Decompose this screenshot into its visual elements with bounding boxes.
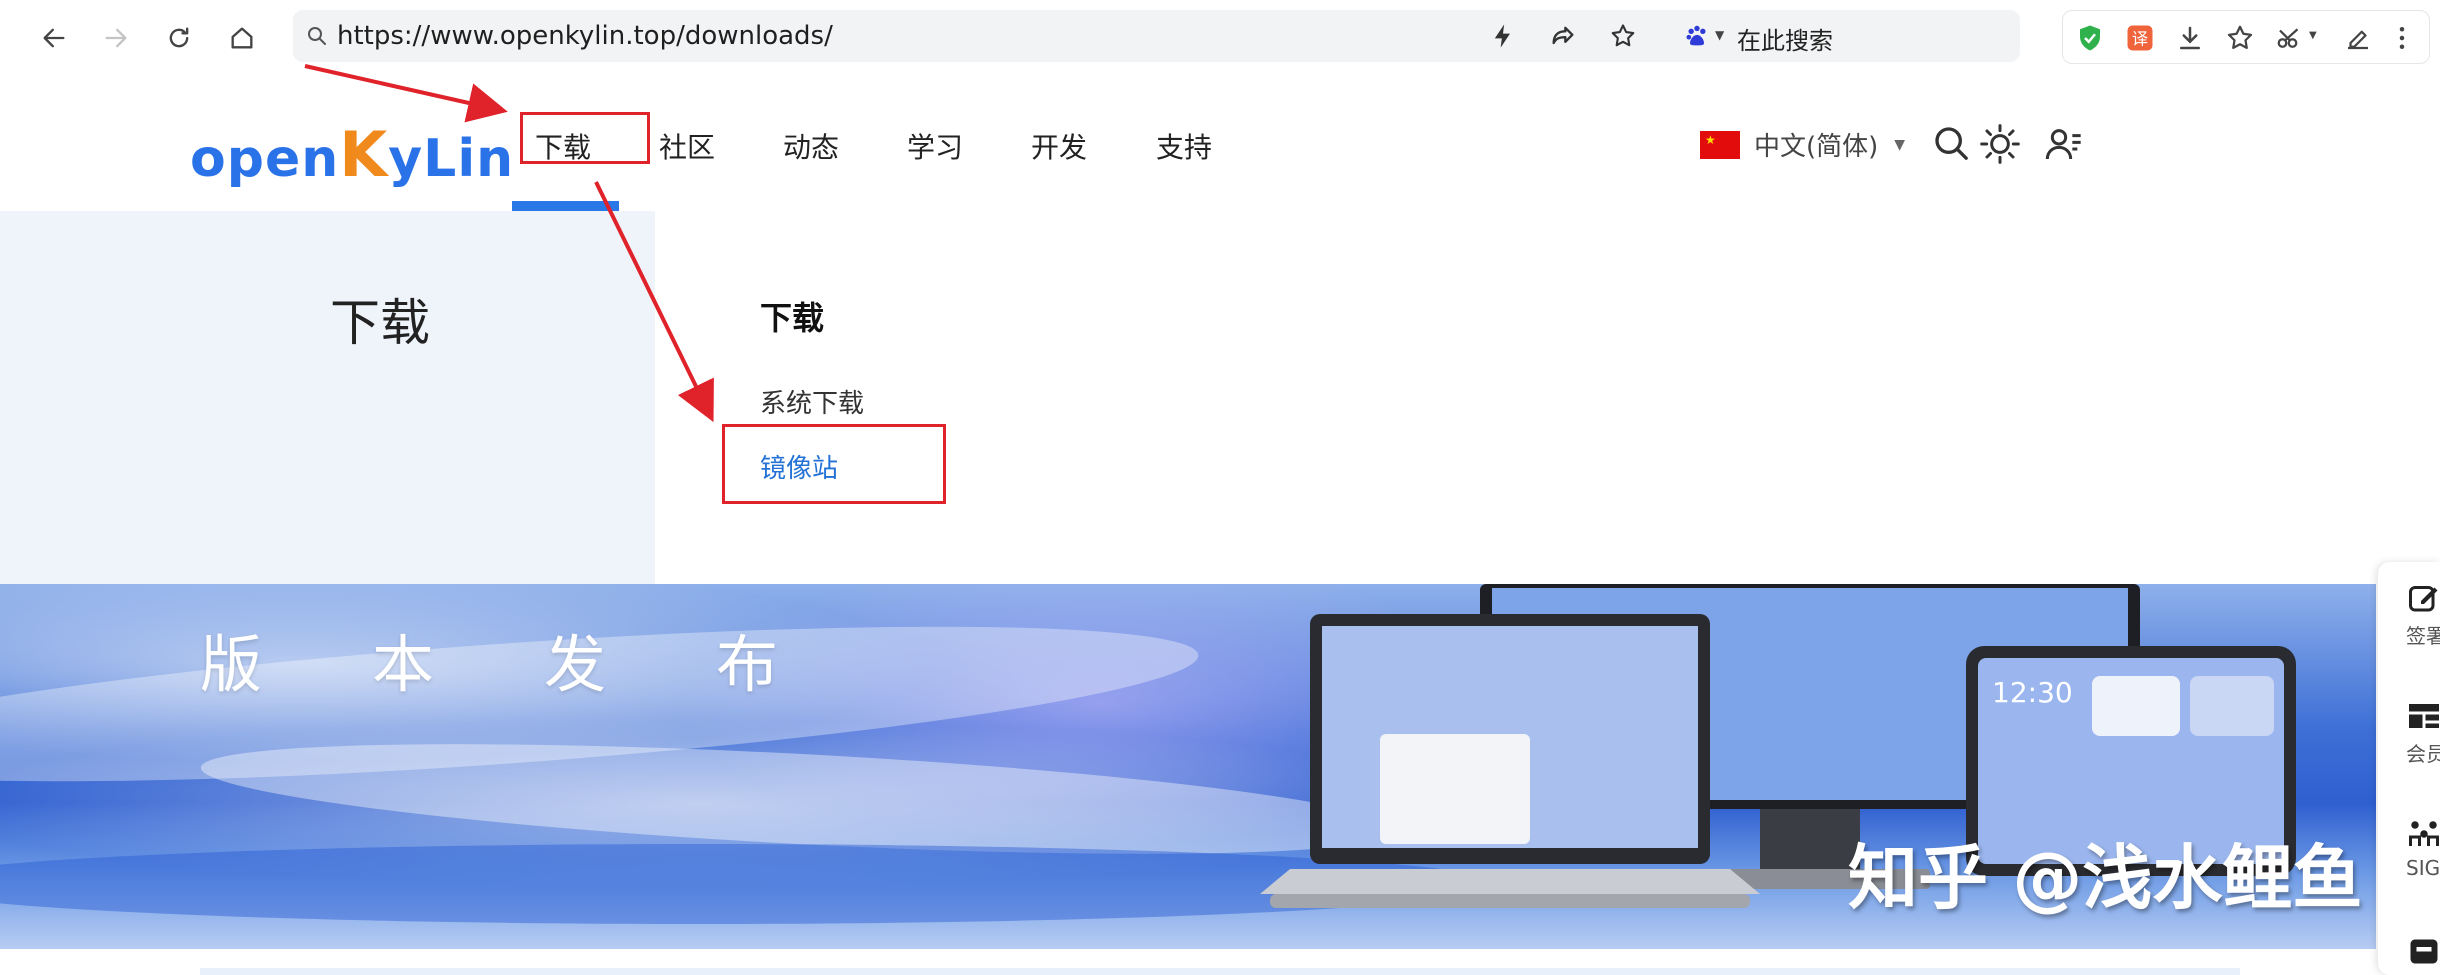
nav-active-indicator xyxy=(512,201,619,211)
reload-button[interactable] xyxy=(157,16,201,60)
dropdown-section-panel: 下载 xyxy=(0,211,655,584)
calendar-icon xyxy=(2410,939,2438,964)
browser-toolbar: https://www.openkylin.top/downloads/ ▼ 在… xyxy=(0,0,2440,76)
share-icon[interactable] xyxy=(1549,22,1577,50)
url-text[interactable]: https://www.openkylin.top/downloads/ xyxy=(337,21,833,51)
home-button[interactable] xyxy=(220,16,264,60)
search-engine-label[interactable]: 在此搜索 xyxy=(1737,21,1833,56)
openkylin-logo[interactable]: openKyLin xyxy=(190,118,514,191)
nav-support[interactable]: 支持 xyxy=(1156,126,1212,166)
chevron-down-icon: ▼ xyxy=(1894,136,1906,153)
release-banner[interactable]: 版本发布 12:30 知乎 @浅水鲤鱼 xyxy=(0,584,2376,949)
annotation-box-mirror-site xyxy=(722,424,946,504)
back-button[interactable] xyxy=(32,16,76,60)
dropdown-links-panel xyxy=(655,211,2440,584)
theme-sun-icon[interactable] xyxy=(1980,124,2020,164)
shield-check-icon[interactable] xyxy=(2075,23,2105,53)
baidu-paw-icon[interactable] xyxy=(1683,22,1711,50)
sidebar-item-calendar[interactable] xyxy=(2406,932,2440,972)
language-label: 中文(简体) xyxy=(1754,132,1879,162)
sig-icon xyxy=(2409,821,2439,846)
extensions-area: 译 ▼ xyxy=(2062,10,2430,64)
user-menu-icon[interactable] xyxy=(2044,124,2084,164)
notes-pen-icon[interactable] xyxy=(2343,23,2373,53)
watermark-text: 知乎 @浅水鲤鱼 xyxy=(1848,837,2363,919)
dropdown-heading: 下载 xyxy=(760,299,825,337)
nav-news[interactable]: 动态 xyxy=(783,126,839,166)
translate-icon[interactable]: 译 xyxy=(2125,23,2155,53)
home-icon xyxy=(231,27,253,49)
lightning-icon[interactable] xyxy=(1489,22,1517,50)
back-arrow-icon xyxy=(43,28,65,48)
favorites-icon[interactable] xyxy=(2225,23,2255,53)
chevron-down-icon[interactable]: ▼ xyxy=(1715,28,1724,42)
svg-text:译: 译 xyxy=(2132,29,2148,48)
content-divider xyxy=(200,968,2240,975)
sidebar-label: SIG xyxy=(2406,856,2440,880)
logo-text-tail: yLin xyxy=(388,129,515,189)
site-header: openKyLin 下载 社区 动态 学习 开发 支持 ★ 中文(简体) ▼ xyxy=(0,96,2440,211)
members-icon xyxy=(2409,704,2439,728)
star-icon[interactable] xyxy=(1609,22,1637,50)
annotation-box-nav-download xyxy=(520,112,650,164)
download-icon[interactable] xyxy=(2175,23,2205,53)
logo-text-k: K xyxy=(339,118,389,191)
nav-learn[interactable]: 学习 xyxy=(907,126,963,166)
dropdown-item-system-download[interactable]: 系统下载 xyxy=(760,383,864,420)
sidebar-item-sig[interactable]: SIG xyxy=(2406,816,2440,880)
floating-sidebar: 签署 会员 SIG xyxy=(2378,562,2440,975)
forward-arrow-icon xyxy=(105,28,127,48)
scissors-icon[interactable] xyxy=(2275,23,2305,53)
chevron-down-icon[interactable]: ▼ xyxy=(2309,30,2317,41)
edit-icon xyxy=(2409,586,2438,612)
forward-button[interactable] xyxy=(94,16,138,60)
sidebar-item-members[interactable]: 会员 xyxy=(2406,698,2440,767)
china-flag-icon: ★ xyxy=(1700,130,1740,159)
banner-title: 版本发布 xyxy=(200,628,889,701)
sidebar-item-sign[interactable]: 签署 xyxy=(2406,580,2440,649)
svg-text:12:30: 12:30 xyxy=(1992,676,2073,709)
language-selector[interactable]: ★ 中文(简体) ▼ xyxy=(1700,126,1905,163)
nav-community[interactable]: 社区 xyxy=(659,126,715,166)
more-menu-icon[interactable] xyxy=(2387,23,2417,53)
address-bar[interactable]: https://www.openkylin.top/downloads/ ▼ 在… xyxy=(293,10,2020,62)
logo-text: open xyxy=(190,129,340,189)
search-icon xyxy=(308,27,326,45)
nav-develop[interactable]: 开发 xyxy=(1031,126,1087,166)
search-icon[interactable] xyxy=(1932,124,1972,164)
reload-icon xyxy=(169,27,189,48)
sidebar-label: 会员 xyxy=(2406,742,2440,766)
sidebar-label: 签署 xyxy=(2406,624,2440,648)
dropdown-section-title: 下载 xyxy=(330,294,430,352)
